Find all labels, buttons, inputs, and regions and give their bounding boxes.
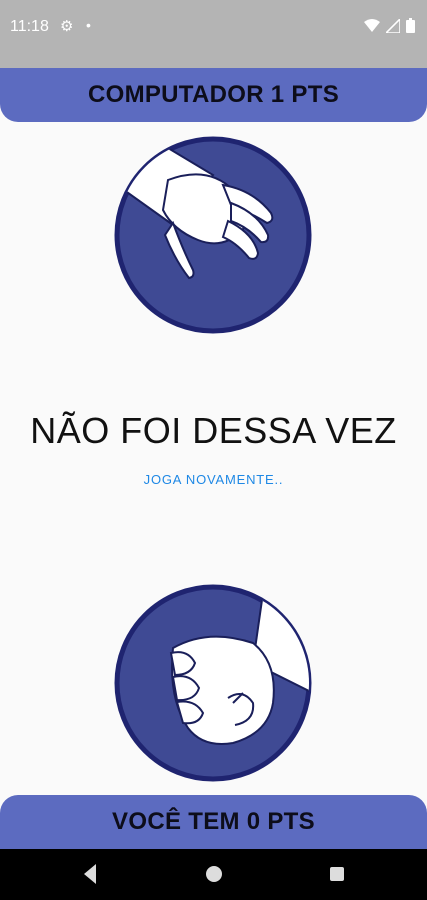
notification-dot-icon: • — [86, 17, 91, 33]
home-icon[interactable] — [203, 862, 225, 886]
status-time: 11:18 — [10, 18, 49, 35]
play-again-link[interactable]: JOGA NOVAMENTE.. — [0, 472, 427, 487]
wifi-icon — [364, 18, 380, 32]
result-title: NÃO FOI DESSA VEZ — [30, 410, 397, 451]
back-icon[interactable] — [80, 862, 100, 886]
recents-icon[interactable] — [327, 862, 347, 886]
gear-icon: ⚙ — [60, 18, 74, 35]
player-score-bar: VOCÊ TEM 0 PTS — [0, 795, 427, 849]
paper-hand-icon — [114, 136, 312, 334]
computer-score-bar: COMPUTADOR 1 PTS — [0, 68, 427, 122]
status-bar: 11:18 ⚙ • — [0, 0, 427, 68]
computer-score-label: COMPUTADOR 1 PTS — [87, 81, 340, 108]
signal-icon — [386, 18, 400, 33]
player-score-label: VOCÊ TEM 0 PTS — [112, 808, 315, 835]
status-icons — [364, 18, 415, 33]
navigation-bar — [0, 849, 427, 900]
rock-fist-icon — [114, 584, 312, 782]
battery-icon — [406, 18, 415, 33]
